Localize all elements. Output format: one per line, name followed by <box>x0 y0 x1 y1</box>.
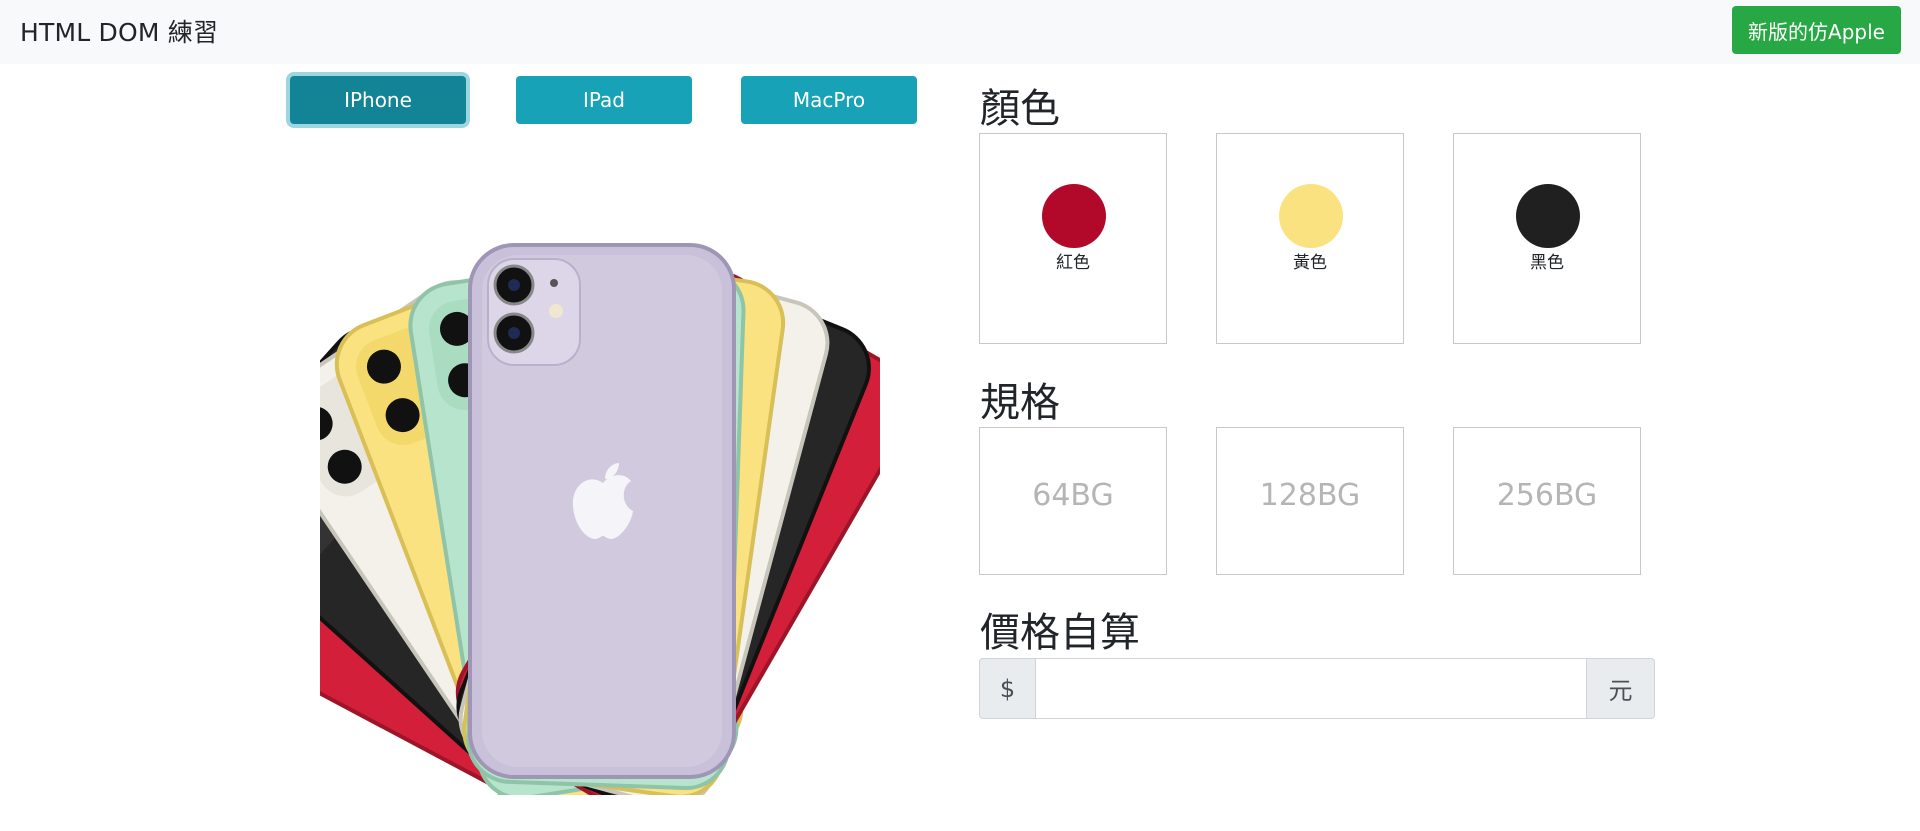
price-input-group: $ 元 <box>979 658 1655 719</box>
color-option-black[interactable]: 黑色 <box>1453 133 1641 344</box>
spec-option-64[interactable]: 64BG <box>979 427 1167 575</box>
color-option-red[interactable]: 紅色 <box>979 133 1167 344</box>
color-option-label: 黑色 <box>1530 253 1564 273</box>
spec-option-label: 256BG <box>1496 478 1598 513</box>
new-version-button[interactable]: 新版的仿Apple <box>1732 6 1901 54</box>
color-option-label: 紅色 <box>1056 253 1090 273</box>
iphone-product-image <box>320 243 880 795</box>
price-input[interactable] <box>1035 658 1587 719</box>
brand-link[interactable]: HTML DOM 練習 <box>20 13 218 49</box>
color-section-title: 顏色 <box>980 86 1060 132</box>
phone-fan <box>320 243 880 795</box>
spec-option-128[interactable]: 128BG <box>1216 427 1404 575</box>
tab-ipad[interactable]: IPad <box>516 76 692 124</box>
color-option-yellow[interactable]: 黃色 <box>1216 133 1404 344</box>
tab-iphone[interactable]: IPhone <box>290 76 466 124</box>
navbar: HTML DOM 練習 新版的仿Apple <box>0 0 1920 64</box>
spec-option-label: 64BG <box>1032 478 1114 513</box>
currency-prefix: $ <box>979 658 1036 719</box>
black-swatch-icon <box>1516 184 1580 248</box>
currency-suffix: 元 <box>1586 658 1655 719</box>
spec-section-title: 規格 <box>980 380 1060 426</box>
spec-option-label: 128BG <box>1259 478 1361 513</box>
spec-option-256[interactable]: 256BG <box>1453 427 1641 575</box>
tab-macpro[interactable]: MacPro <box>741 76 917 124</box>
color-option-label: 黃色 <box>1293 253 1327 273</box>
yellow-swatch-icon <box>1279 184 1343 248</box>
red-swatch-icon <box>1042 184 1106 248</box>
price-section-title: 價格自算 <box>980 610 1140 656</box>
